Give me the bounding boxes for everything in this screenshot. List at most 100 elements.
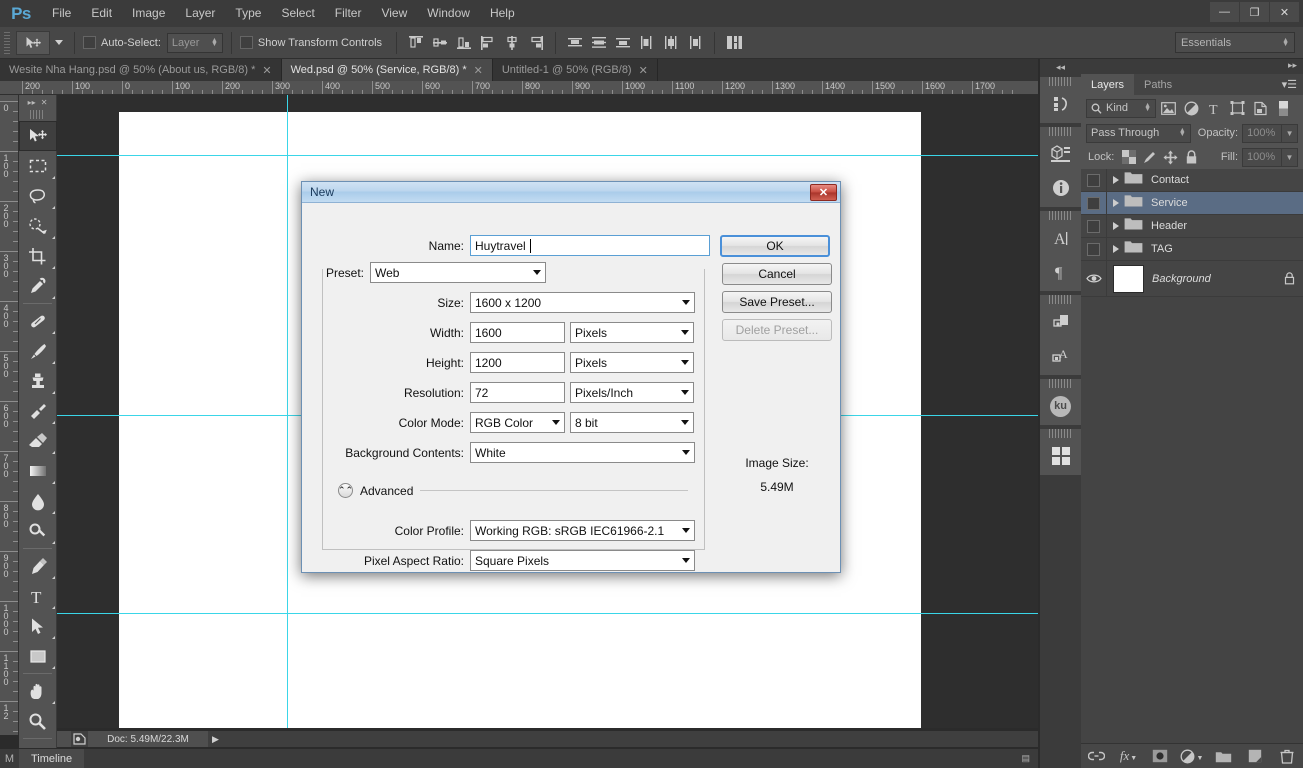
kuler-icon[interactable]: ku: [1040, 389, 1081, 423]
distribute-bottom-edges-icon[interactable]: [612, 32, 634, 54]
gradient-tool[interactable]: [19, 456, 57, 486]
menu-help[interactable]: Help: [480, 0, 525, 27]
pixel-layers-filter-icon[interactable]: [1158, 98, 1179, 118]
eye-placeholder-icon[interactable]: [1087, 173, 1100, 187]
path-selection-tool[interactable]: [19, 611, 57, 641]
new-group-icon[interactable]: [1212, 745, 1236, 767]
menu-filter[interactable]: Filter: [325, 0, 372, 27]
show-transform-checkbox[interactable]: [239, 36, 253, 49]
distribute-top-edges-icon[interactable]: [564, 32, 586, 54]
eye-placeholder-icon[interactable]: [1087, 196, 1100, 210]
tab-paths[interactable]: Paths: [1134, 74, 1182, 95]
vertical-ruler[interactable]: 0 100 200 300 400 500 600 700 800 900 1000 1100 12: [0, 95, 19, 735]
menu-file[interactable]: File: [42, 0, 81, 27]
hand-tool[interactable]: [19, 676, 57, 706]
layer-visibility-toggle[interactable]: [1081, 169, 1107, 191]
expand-panels-icon[interactable]: ▸▸: [1288, 60, 1297, 71]
width-input[interactable]: 1600: [470, 322, 565, 343]
dock-grip[interactable]: [1049, 127, 1072, 136]
horizontal-guide[interactable]: [19, 155, 1038, 156]
align-horizontal-centers-icon[interactable]: [501, 32, 523, 54]
color-mode-dropdown[interactable]: RGB Color: [470, 412, 565, 433]
tool-submenu-triangle-icon[interactable]: [52, 361, 55, 364]
dock-grip[interactable]: [1049, 295, 1072, 304]
bit-depth-dropdown[interactable]: 8 bit: [570, 412, 694, 433]
history-icon[interactable]: [1040, 87, 1081, 121]
lock-all-icon[interactable]: [1181, 147, 1202, 167]
align-left-edges-icon[interactable]: [477, 32, 499, 54]
workspace-selector[interactable]: Essentials ▲ ▼: [1175, 32, 1295, 53]
height-input[interactable]: 1200: [470, 352, 565, 373]
layer-row[interactable]: Background: [1081, 261, 1303, 297]
dodge-tool[interactable]: [19, 516, 57, 546]
tool-submenu-triangle-icon[interactable]: [52, 701, 55, 704]
disclosure-triangle-icon[interactable]: [1113, 176, 1119, 184]
name-input[interactable]: Huytravel: [470, 235, 710, 256]
menu-select[interactable]: Select: [271, 0, 324, 27]
vertical-guide[interactable]: [287, 95, 288, 728]
dialog-title-bar[interactable]: New ✕: [302, 182, 840, 203]
tab-timeline[interactable]: Timeline: [19, 748, 85, 768]
crop-tool[interactable]: [19, 241, 57, 271]
3d-icon[interactable]: [1040, 137, 1081, 171]
layer-comps-icon[interactable]: [1040, 305, 1081, 339]
lock-image-pixels-icon[interactable]: [1139, 147, 1160, 167]
zoom-tool[interactable]: [19, 706, 57, 736]
lock-transparent-pixels-icon[interactable]: [1118, 147, 1139, 167]
link-layers-icon[interactable]: [1085, 745, 1109, 767]
horizontal-guide[interactable]: [19, 613, 1038, 614]
toolbox-collapse-icon[interactable]: ▸▸: [28, 98, 36, 107]
eye-placeholder-icon[interactable]: [1087, 219, 1100, 233]
delete-layer-icon[interactable]: [1275, 745, 1299, 767]
minimize-button[interactable]: —: [1210, 2, 1239, 22]
height-unit-dropdown[interactable]: Pixels: [570, 352, 694, 373]
disclosure-triangle-icon[interactable]: [1113, 245, 1119, 253]
pen-tool[interactable]: [19, 551, 57, 581]
character-icon[interactable]: A: [1040, 221, 1081, 255]
tool-submenu-triangle-icon[interactable]: [52, 511, 55, 514]
paragraph-icon[interactable]: ¶: [1040, 255, 1081, 289]
toolbox-close-icon[interactable]: ✕: [41, 98, 48, 107]
restore-button[interactable]: ❐: [1240, 2, 1269, 22]
menu-edit[interactable]: Edit: [81, 0, 122, 27]
collapse-panels-icon[interactable]: ◂◂: [1040, 59, 1081, 75]
dock-grip[interactable]: [1049, 429, 1072, 438]
layer-row[interactable]: TAG: [1081, 238, 1303, 261]
grid-icon[interactable]: [1040, 439, 1081, 473]
status-expand-arrow[interactable]: ▶: [208, 734, 223, 745]
new-document-dialog[interactable]: New ✕ Name: Huytravel Preset: Web Size: …: [301, 181, 841, 573]
clone-stamp-tool[interactable]: [19, 366, 57, 396]
dock-grip[interactable]: [1049, 211, 1072, 220]
fill-value[interactable]: 100%: [1242, 147, 1282, 167]
new-layer-icon[interactable]: [1243, 745, 1267, 767]
cancel-button[interactable]: Cancel: [722, 263, 832, 285]
auto-select-checkbox[interactable]: [83, 36, 96, 49]
disclosure-triangle-icon[interactable]: [1113, 199, 1119, 207]
move-tool[interactable]: [19, 121, 57, 151]
tool-preset-dropdown[interactable]: [52, 40, 66, 45]
document-tab-1[interactable]: Wed.psd @ 50% (Service, RGB/8) * ✕: [281, 59, 493, 81]
quick-selection-tool[interactable]: [19, 211, 57, 241]
eye-placeholder-icon[interactable]: [1087, 242, 1100, 256]
tool-submenu-triangle-icon[interactable]: [52, 666, 55, 669]
pixel-aspect-dropdown[interactable]: Square Pixels: [470, 550, 695, 571]
resolution-unit-dropdown[interactable]: Pixels/Inch: [570, 382, 694, 403]
close-icon[interactable]: ✕: [639, 64, 648, 77]
opacity-value[interactable]: 100%: [1242, 123, 1283, 143]
layer-thumbnail[interactable]: [1113, 264, 1144, 293]
info-icon[interactable]: [1040, 171, 1081, 205]
fill-slider-arrow[interactable]: ▼: [1282, 147, 1298, 167]
brush-tool[interactable]: [19, 336, 57, 366]
layer-row[interactable]: Contact: [1081, 169, 1303, 192]
menu-type[interactable]: Type: [225, 0, 271, 27]
layer-row[interactable]: Header: [1081, 215, 1303, 238]
distribute-right-edges-icon[interactable]: [684, 32, 706, 54]
rectangular-marquee-tool[interactable]: [19, 151, 57, 181]
auto-select-scope-dropdown[interactable]: Layer ▲ ▼: [166, 32, 223, 53]
layer-visibility-toggle[interactable]: [1081, 238, 1107, 260]
advanced-section-header[interactable]: ⌃⌃ Advanced: [338, 483, 688, 498]
new-adjustment-layer-icon[interactable]: ▼: [1180, 745, 1204, 767]
dock-grip[interactable]: [1049, 77, 1072, 86]
mini-bridge-tab-stub[interactable]: M: [0, 753, 19, 765]
layer-visibility-toggle[interactable]: [1081, 215, 1107, 237]
